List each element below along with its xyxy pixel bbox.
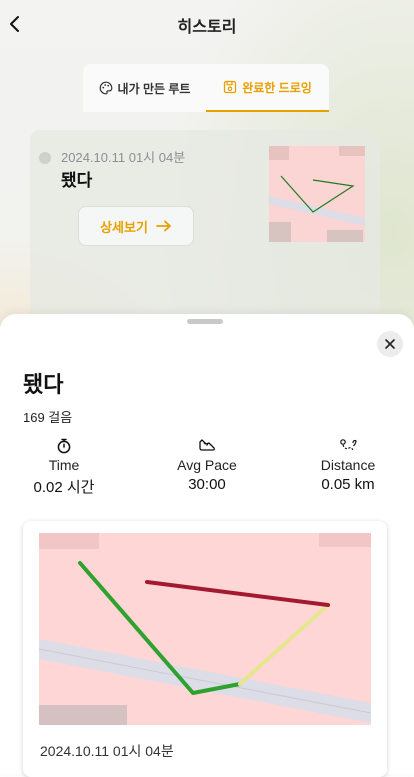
close-button[interactable]: [377, 331, 403, 357]
card-title: 됐다: [61, 171, 93, 190]
stat-time: Time 0.02 시간: [9, 438, 119, 497]
stat-time-label: Time: [48, 457, 80, 473]
stat-time-value: 0.02 시간: [33, 479, 95, 496]
step-count: 169 걸음: [23, 410, 73, 425]
bottom-sheet: 됐다 169 걸음 Time 0.02 시간 Avg Pace 30:00 Di…: [0, 314, 414, 777]
stat-distance-label: Distance: [320, 457, 376, 473]
arrow-right-icon: [156, 220, 171, 232]
route-thumbnail-map: [269, 146, 365, 242]
save-icon: [224, 80, 237, 94]
running-shoe-icon: [199, 439, 215, 451]
tab-my-routes-label: 내가 만든 루트: [117, 81, 191, 96]
route-icon: [340, 439, 357, 452]
route-map[interactable]: [39, 533, 371, 725]
stat-avg-pace-value: 30:00: [188, 476, 226, 493]
stat-distance-value: 0.05 km: [321, 476, 375, 493]
page-title: 히스토리: [177, 19, 237, 36]
detail-button-label: 상세보기: [100, 219, 148, 235]
palette-icon: [99, 81, 112, 95]
close-icon: [385, 339, 395, 349]
history-tabs: 내가 만든 루트 완료한 드로잉: [83, 64, 329, 112]
stat-avg-pace-label: Avg Pace: [177, 457, 237, 473]
tab-my-routes[interactable]: 내가 만든 루트: [83, 64, 206, 112]
drawing-title: 됐다: [23, 372, 64, 397]
tab-completed-drawings[interactable]: 완료한 드로잉: [206, 64, 329, 112]
top-bar: 히스토리: [0, 0, 414, 46]
map-date: 2024.10.11 01시 04분: [40, 743, 174, 759]
sheet-drag-handle[interactable]: [187, 319, 223, 324]
card-date: 2024.10.11 01시 04분: [61, 150, 186, 165]
select-radio[interactable]: [39, 152, 51, 164]
route-map-card: 2024.10.11 01시 04분: [23, 521, 387, 777]
stats-row: Time 0.02 시간 Avg Pace 30:00 Distance 0.0…: [0, 438, 414, 498]
stopwatch-icon: [57, 438, 71, 454]
history-card[interactable]: 2024.10.11 01시 04분 됐다 상세보기: [30, 130, 380, 330]
stat-distance: Distance 0.05 km: [293, 438, 403, 493]
detail-button[interactable]: 상세보기: [78, 206, 194, 246]
stat-avg-pace: Avg Pace 30:00: [152, 438, 262, 493]
tab-completed-drawings-label: 완료한 드로잉: [242, 80, 312, 95]
